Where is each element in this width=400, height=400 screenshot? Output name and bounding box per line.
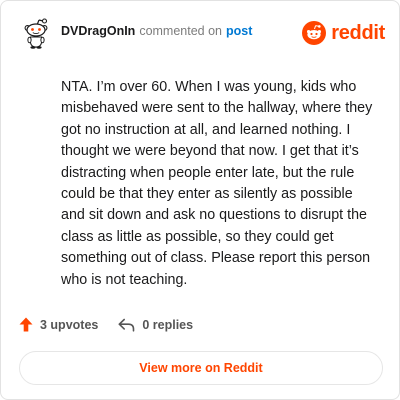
reddit-logo-icon (302, 21, 327, 45)
upvote-count: 3 upvotes (40, 317, 99, 332)
action-text: commented on (139, 24, 222, 38)
brand-name: reddit (331, 21, 385, 44)
reply-arrow-icon (118, 318, 135, 332)
snoo-avatar-icon (24, 18, 48, 49)
upvote-arrow-icon (19, 317, 33, 332)
author-name[interactable]: DVDragOnIn (61, 24, 135, 38)
view-more-button[interactable]: View more on Reddit (19, 351, 383, 385)
byline: DVDragOnIn commented on post (61, 24, 252, 38)
comment-footer: 3 upvotes 0 replies (19, 317, 193, 332)
reply-button[interactable]: 0 replies (118, 318, 193, 332)
embedded-comment-card: DVDragOnIn commented on post reddit NTA.… (0, 0, 400, 400)
reply-count: 0 replies (142, 317, 194, 332)
reddit-brand[interactable]: reddit (302, 21, 385, 45)
post-link[interactable]: post (226, 24, 252, 38)
upvote-button[interactable]: 3 upvotes (19, 317, 98, 332)
comment-body: NTA. I’m over 60. When I was young, kids… (61, 79, 373, 288)
comment-header: DVDragOnIn commented on post reddit (19, 15, 385, 51)
avatar[interactable] (19, 16, 53, 50)
